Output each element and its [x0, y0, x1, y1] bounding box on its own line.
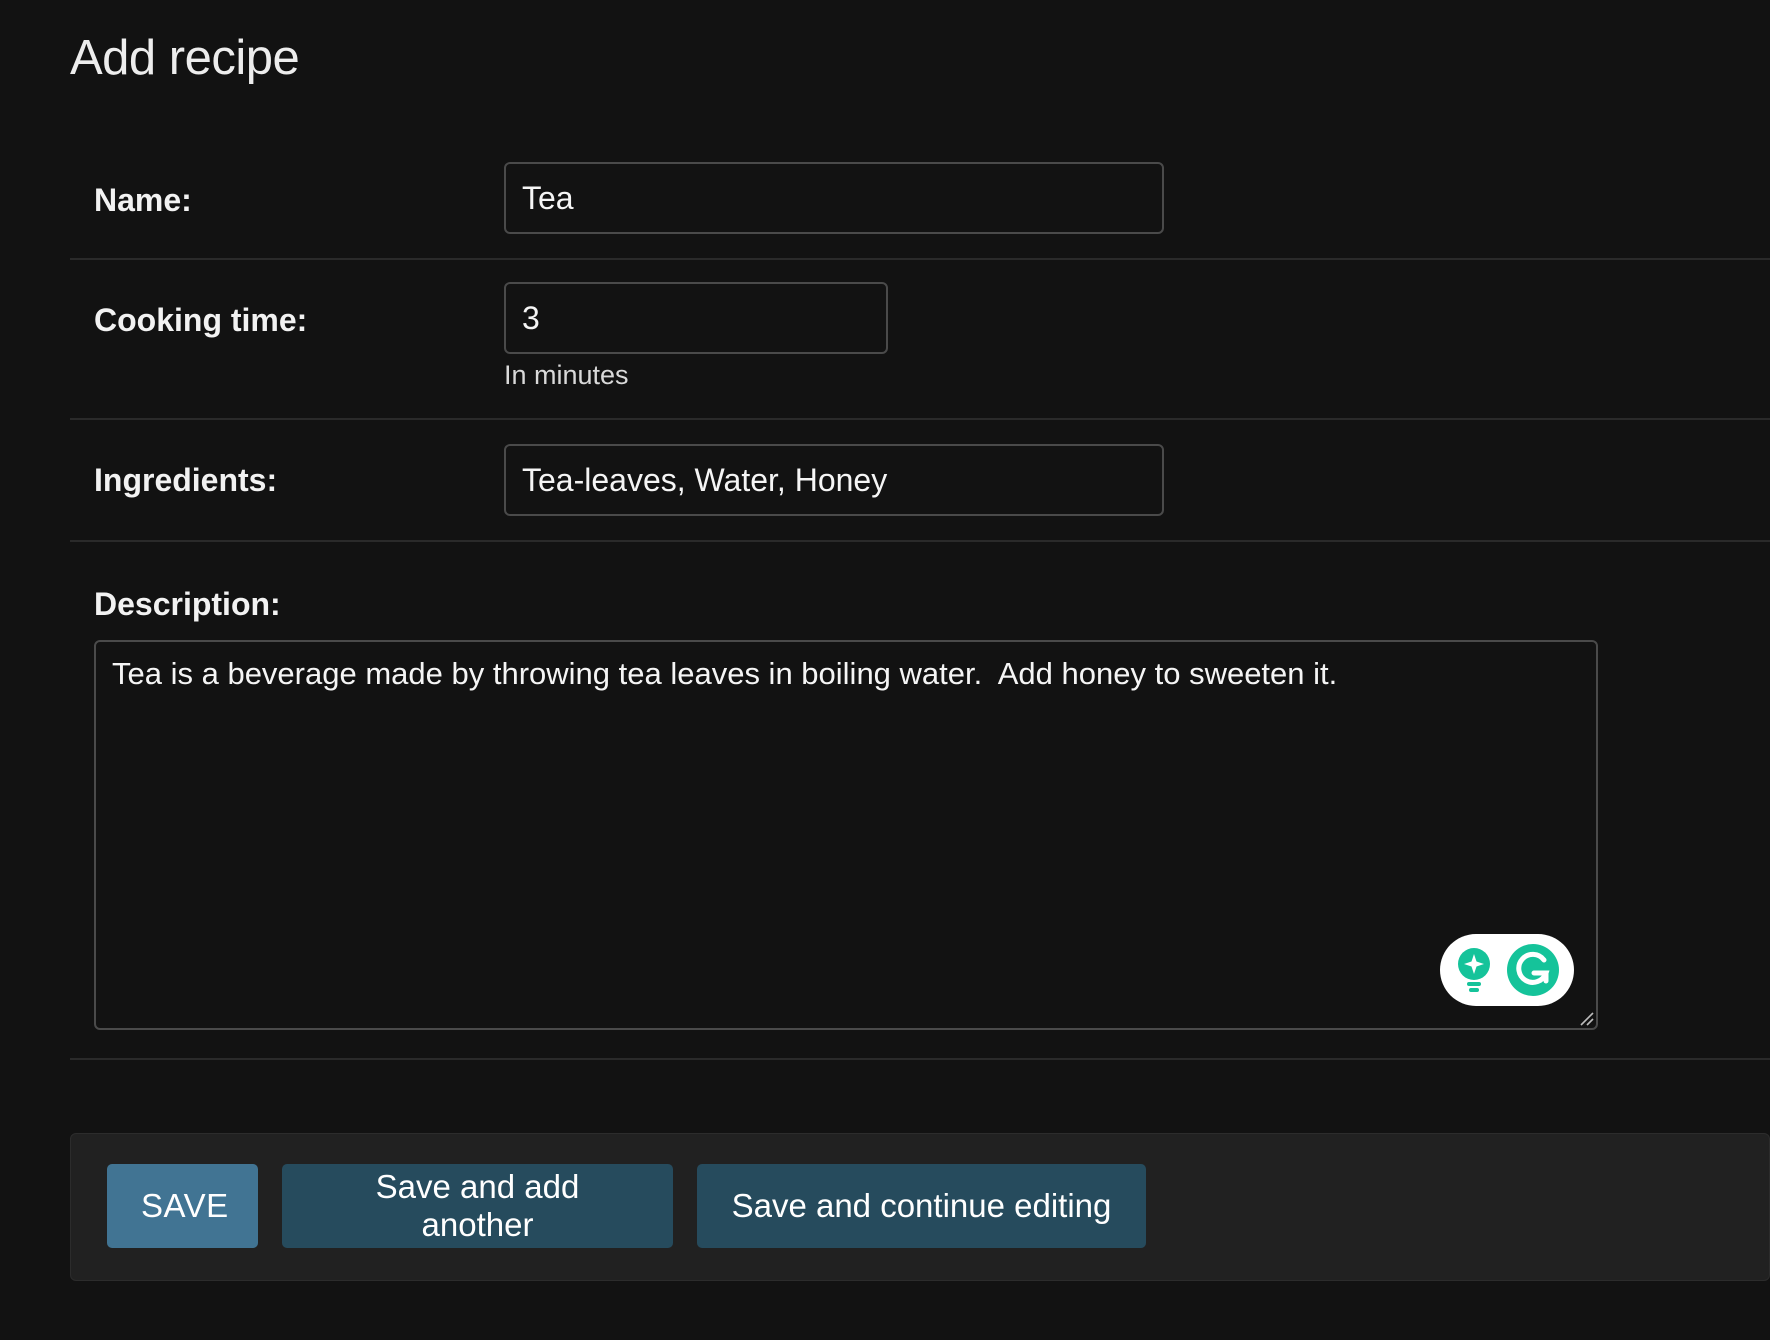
name-input[interactable] — [504, 162, 1164, 234]
description-textarea[interactable]: Tea is a beverage made by throwing tea l… — [94, 640, 1598, 1030]
ingredients-label: Ingredients: — [94, 462, 278, 498]
lightbulb-icon[interactable] — [1454, 946, 1494, 994]
recipe-form: Name: Cooking time: In minutes Ingredien… — [70, 140, 1770, 1060]
page-title: Add recipe — [70, 31, 300, 85]
submit-row: SAVE Save and add another Save and conti… — [70, 1133, 1770, 1281]
save-and-add-another-button[interactable]: Save and add another — [282, 1164, 673, 1248]
form-row-name: Name: — [70, 140, 1770, 260]
add-recipe-page: Add recipe Name: Cooking time: In minute… — [0, 0, 1770, 1340]
ingredients-input[interactable] — [504, 444, 1164, 516]
cooking-time-help: In minutes — [504, 360, 629, 390]
form-row-cooking-time: Cooking time: In minutes — [70, 260, 1770, 420]
cooking-time-label: Cooking time: — [94, 302, 308, 338]
description-label: Description: — [94, 586, 281, 622]
cooking-time-input[interactable] — [504, 282, 888, 354]
grammarly-icon[interactable] — [1506, 943, 1560, 997]
description-field-wrapper: Tea is a beverage made by throwing tea l… — [94, 640, 1598, 1030]
save-and-continue-editing-button[interactable]: Save and continue editing — [697, 1164, 1146, 1248]
grammarly-widget[interactable] — [1440, 934, 1574, 1006]
form-row-ingredients: Ingredients: — [70, 420, 1770, 542]
name-label: Name: — [94, 182, 192, 218]
form-row-description: Description: Tea is a beverage made by t… — [70, 542, 1770, 1060]
save-button[interactable]: SAVE — [107, 1164, 258, 1248]
resize-handle-icon[interactable] — [1578, 1010, 1594, 1026]
